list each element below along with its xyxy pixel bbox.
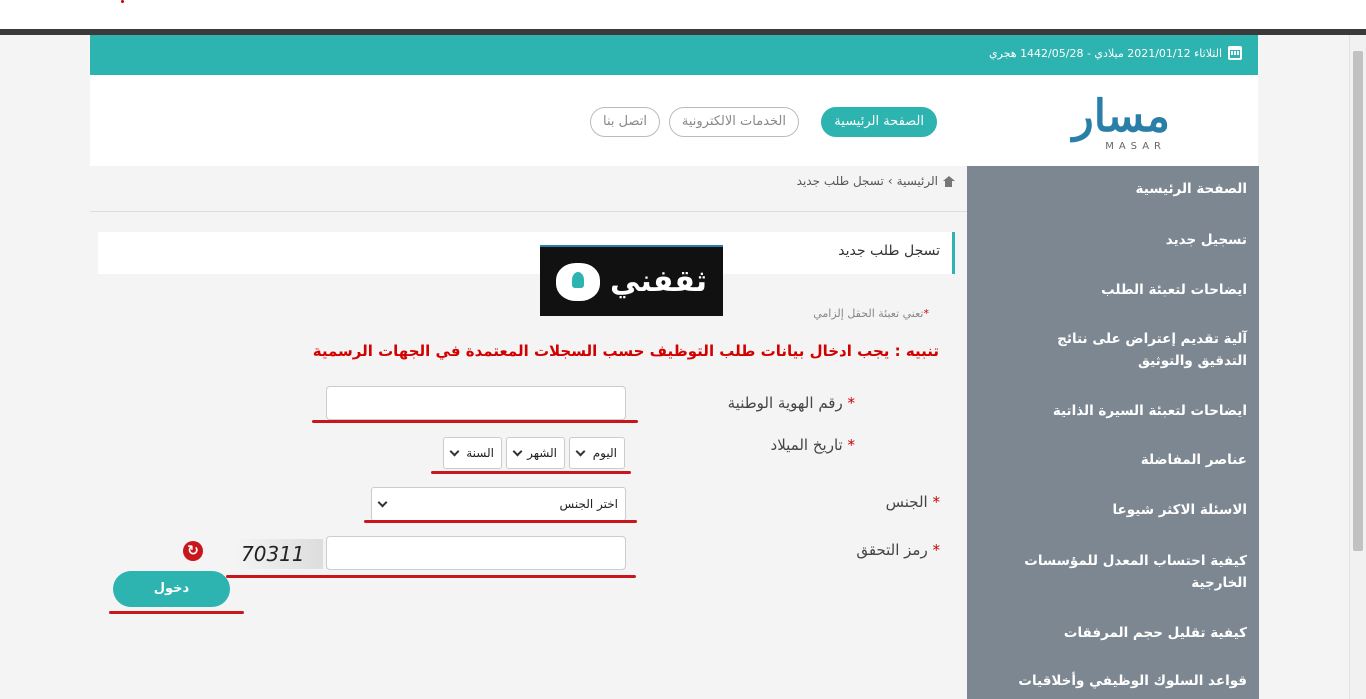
captcha-label: * رمز التحقق: [856, 541, 940, 559]
warning-text: تنبيه : يجب ادخال بيانات طلب التوظيف حسب…: [312, 342, 939, 360]
sidebar-item-conduct-rules[interactable]: قواعد السلوك الوظيفي وأخلاقيات: [998, 670, 1259, 692]
sidebar-item-attachment-size[interactable]: كيفية تقليل حجم المرفقات: [1044, 622, 1259, 644]
nav-eservices-button[interactable]: الخدمات الالكترونية: [668, 107, 799, 137]
browser-indicator: [121, 0, 124, 3]
date-text: الثلاثاء 2021/01/12 ميلادي - 1442/05/28 …: [988, 46, 1222, 60]
highlight-underline: [226, 575, 636, 578]
national-id-label-text: رقم الهوية الوطنية: [727, 394, 843, 412]
sidebar-item-preference-criteria[interactable]: عناصر المفاضلة: [1121, 449, 1259, 471]
scrollbar-thumb[interactable]: [1353, 51, 1363, 551]
sidebar-item-new-registration[interactable]: تسجيل جديد: [1146, 229, 1259, 251]
sidebar-item-cv-guide[interactable]: ايضاحات لتعبئة السيرة الذاتية: [1033, 400, 1259, 422]
top-date-bar: الثلاثاء 2021/01/12 ميلادي - 1442/05/28 …: [90, 35, 1258, 75]
chevron-down-icon: [449, 446, 460, 456]
divider: [90, 211, 967, 212]
birth-month-select[interactable]: الشهر: [506, 437, 565, 469]
birth-day-value: اليوم: [592, 446, 617, 460]
site-header: مسار MASAR الصفحة الرئيسية الخدمات الالك…: [90, 75, 1258, 166]
captcha-label-text: رمز التحقق: [856, 541, 928, 559]
logo-english: MASAR: [1105, 141, 1166, 152]
gender-label: * الجنس: [886, 493, 940, 511]
refresh-captcha-icon[interactable]: ↻: [183, 541, 203, 561]
gender-label-text: الجنس: [885, 493, 928, 511]
nav-home-button[interactable]: الصفحة الرئيسية: [821, 107, 937, 137]
main-content: الرئيسية › تسجل طلب جديد تسجل طلب جديد ث…: [90, 166, 967, 699]
required-star: *: [847, 394, 856, 412]
sidebar-item-faq[interactable]: الاسئلة الاكثر شيوعا: [1092, 499, 1259, 521]
calendar-icon: [1228, 46, 1242, 60]
required-note: *تعني تعبئة الحقل إلزامي: [813, 307, 929, 320]
national-id-input[interactable]: [326, 386, 626, 420]
sidebar-item-home[interactable]: الصفحة الرئيسية: [1116, 178, 1259, 200]
breadcrumb-current: تسجل طلب جديد: [796, 174, 884, 188]
required-star: *: [847, 436, 856, 454]
home-icon[interactable]: [942, 175, 955, 187]
highlight-underline: [431, 471, 631, 474]
sidebar-item-application-guide[interactable]: ايضاحات لتعبئة الطلب: [1081, 279, 1259, 301]
watermark-image: ثقفني: [540, 245, 723, 316]
birth-day-select[interactable]: اليوم: [569, 437, 625, 469]
sidebar: الصفحة الرئيسية تسجيل جديد ايضاحات لتعبئ…: [967, 166, 1259, 699]
login-button[interactable]: دخول: [113, 571, 230, 607]
required-note-text: تعني تعبئة الحقل إلزامي: [813, 307, 924, 320]
browser-top-area: [0, 0, 1366, 29]
breadcrumb: الرئيسية › تسجل طلب جديد: [797, 174, 955, 188]
sidebar-item-gpa-calculation[interactable]: كيفية احتساب المعدل للمؤسسات الخارجية: [999, 550, 1259, 594]
birth-month-value: الشهر: [527, 446, 557, 460]
required-star: *: [923, 307, 930, 320]
breadcrumb-home[interactable]: الرئيسية: [897, 174, 938, 188]
watermark-text: ثقفني: [609, 264, 708, 299]
chevron-down-icon: [512, 446, 523, 456]
gender-select[interactable]: اختر الجنس: [371, 487, 626, 521]
birth-year-value: السنة: [466, 446, 494, 460]
birthdate-label-text: تاريخ الميلاد: [770, 436, 843, 454]
captcha-input[interactable]: [326, 536, 626, 570]
required-star: *: [932, 493, 941, 511]
captcha-image: 70311: [235, 539, 323, 569]
masar-logo[interactable]: مسار MASAR: [1070, 89, 1172, 159]
breadcrumb-separator: ›: [887, 174, 893, 188]
logo-arabic: مسار: [1072, 91, 1172, 142]
highlight-underline: [109, 611, 244, 614]
required-star: *: [932, 541, 941, 559]
date-display: الثلاثاء 2021/01/12 ميلادي - 1442/05/28 …: [989, 46, 1242, 60]
panel-title: تسجل طلب جديد: [98, 232, 955, 274]
highlight-underline: [312, 420, 638, 423]
highlight-underline: [364, 520, 637, 523]
sidebar-item-objection[interactable]: آلية تقديم إعتراض على نتائج التدقيق والت…: [989, 328, 1259, 372]
page-scrollbar[interactable]: [1349, 35, 1366, 699]
lightbulb-icon: [555, 262, 600, 301]
chevron-down-icon: [377, 497, 388, 507]
birthdate-label: * تاريخ الميلاد: [771, 436, 855, 454]
gender-value: اختر الجنس: [559, 497, 618, 511]
nav-contact-button[interactable]: اتصل بنا: [590, 107, 660, 137]
chevron-down-icon: [575, 446, 586, 456]
birth-year-select[interactable]: السنة: [443, 437, 502, 469]
national-id-label: * رقم الهوية الوطنية: [728, 394, 855, 412]
